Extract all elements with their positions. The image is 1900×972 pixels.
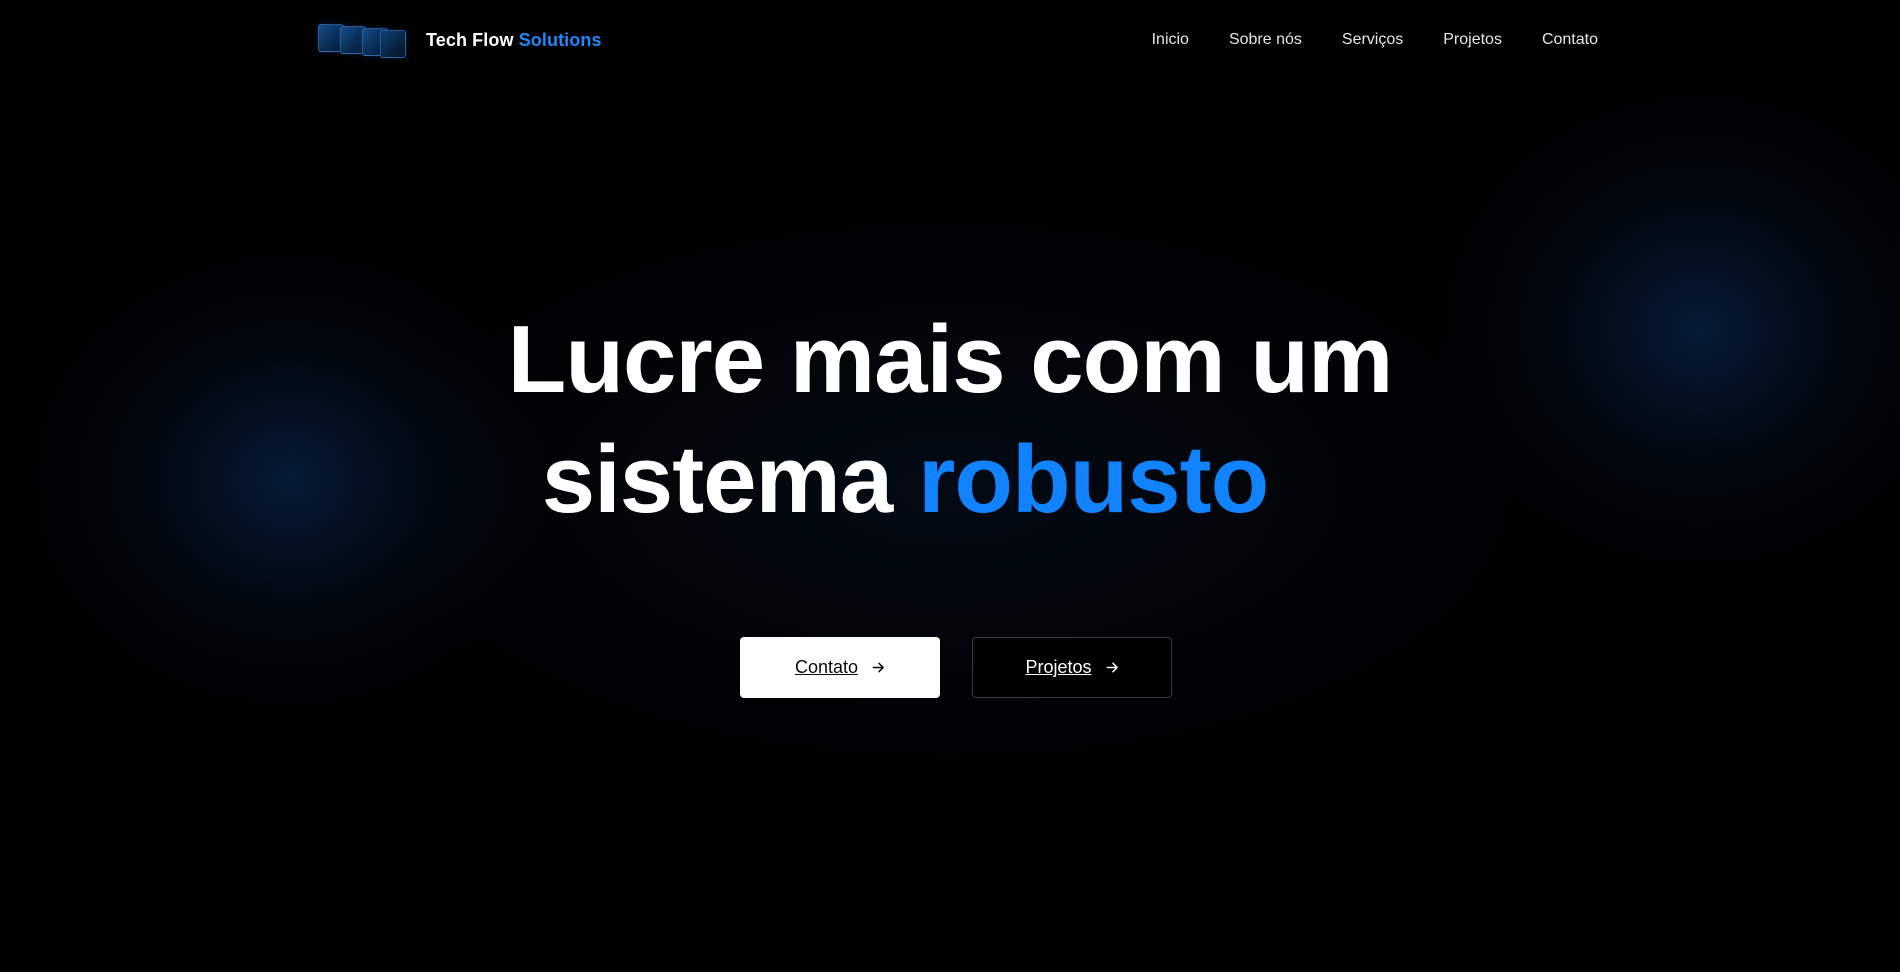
main-nav: Inicio Sobre nós Serviços Projetos Conta… [1152,31,1598,49]
projetos-button-label: Projetos [1025,657,1092,677]
site-header: Tech Flow Solutions Inicio Sobre nós Ser… [318,20,1598,60]
hero-headline-plain: sistema [541,426,894,533]
stacked-tiles-logo-icon [318,22,406,58]
landing-page: Tech Flow Solutions Inicio Sobre nós Ser… [0,0,1900,972]
nav-link-contato[interactable]: Contato [1542,31,1598,49]
nav-link-projetos[interactable]: Projetos [1443,31,1502,49]
arrow-right-icon [872,662,884,673]
brand-name-part2: Solutions [518,29,602,50]
hero-headline-line2: sistema robusto [0,420,1900,540]
brand-name-part1: Tech Flow [426,29,514,50]
contato-button-label: Contato [794,657,859,677]
brand-name: Tech Flow Solutions [426,30,602,51]
contato-button[interactable]: Contato [740,637,940,698]
nav-link-sobre-nos[interactable]: Sobre nós [1229,31,1302,49]
brand-home-link[interactable]: Tech Flow Solutions [318,22,602,58]
nav-link-inicio[interactable]: Inicio [1152,31,1189,49]
nav-link-servicos[interactable]: Serviços [1342,31,1403,49]
cta-group: Contato Projetos [740,637,1172,698]
hero-headline-accent: robusto [917,426,1269,533]
projetos-button[interactable]: Projetos [972,637,1172,698]
hero-headline: Lucre mais com um sistema robusto [0,300,1900,540]
hero-headline-line1: Lucre mais com um [507,306,1394,413]
arrow-right-icon [1106,662,1118,673]
